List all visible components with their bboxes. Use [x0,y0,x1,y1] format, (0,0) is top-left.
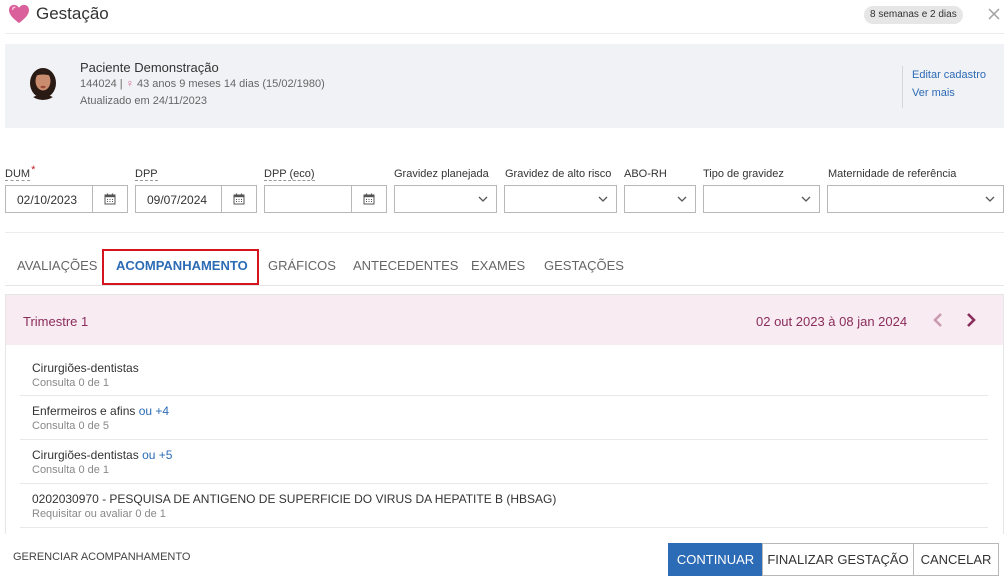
reference-maternity-label: Maternidade de referência [828,168,957,180]
patient-links: Editar cadastro Ver mais [902,66,986,108]
calendar-icon[interactable] [351,186,386,212]
tab-graficos[interactable]: GRÁFICOS [268,258,336,273]
modal-title: Gestação [36,4,109,23]
female-icon: ♀ [125,78,134,90]
patient-updated: Atualizado em 24/11/2023 [80,95,207,107]
patient-info: 144024 | ♀ 43 anos 9 meses 14 dias (15/0… [80,78,325,90]
planned-pregnancy-label: Gravidez planejada [394,168,489,180]
reference-maternity-select[interactable] [827,185,1004,213]
more-options-link[interactable]: ou +4 [139,404,169,418]
edit-profile-link[interactable]: Editar cadastro [912,66,986,84]
trimester-header: Trimestre 1 02 out 2023 à 08 jan 2024 [6,295,1003,345]
item-title: Enfermeiros e afins [32,404,136,418]
tab-gestacoes[interactable]: GESTAÇÕES [544,258,624,273]
list-item[interactable]: Cirurgiões-dentistas Consulta 0 de 1 [20,346,988,396]
calendar-icon[interactable] [92,186,127,212]
item-status: Requisitar ou avaliar 0 de 1 [32,508,166,520]
tab-exames[interactable]: EXAMES [471,258,525,273]
gestational-age-badge: 8 semanas e 2 dias [864,6,963,24]
fields-divider [5,232,1004,233]
tabs-underline [5,285,1004,286]
dum-input[interactable]: 02/10/2023 [5,185,128,213]
active-tab-highlight [102,249,259,285]
abo-rh-label: ABO-RH [624,168,667,180]
high-risk-select[interactable] [504,185,617,213]
item-title: 0202030970 - PESQUISA DE ANTIGENO DE SUP… [32,492,557,506]
item-status: Consulta 0 de 1 [32,464,110,476]
patient-id: 144024 [80,78,117,90]
chevron-right-icon[interactable] [963,311,979,329]
list-item[interactable]: 0202030970 - PESQUISA DE ANTIGENO DE SUP… [20,484,988,528]
list-item[interactable]: Cirurgiões-dentistas ou +5 Consulta 0 de… [20,440,988,484]
patient-name: Paciente Demonstração [80,60,219,75]
chevron-down-icon [801,196,811,202]
finish-pregnancy-button[interactable]: FINALIZAR GESTAÇÃO [762,543,914,576]
modal-header: Gestação 8 semanas e 2 dias [0,0,1004,32]
patient-age: 43 anos 9 meses 14 dias (15/02/1980) [137,78,325,90]
abo-rh-select[interactable] [624,185,696,213]
trimester-title: Trimestre 1 [23,314,89,329]
manage-follow-up-link[interactable]: GERENCIAR ACOMPANHAMENTO [13,551,190,563]
dum-label: DUM* [5,164,36,181]
dpp-eco-input[interactable] [264,185,387,213]
info-separator: | [119,78,123,90]
trimester-panel: Trimestre 1 02 out 2023 à 08 jan 2024 Ci… [5,294,1004,534]
cancel-button[interactable]: CANCELAR [913,543,999,576]
dpp-label: DPP [135,168,158,181]
high-risk-label: Gravidez de alto risco [505,168,612,180]
list-item[interactable]: Enfermeiros e afins ou +4 Consulta 0 de … [20,396,988,440]
trimester-date-range: 02 out 2023 à 08 jan 2024 [756,314,908,329]
chevron-down-icon [677,196,687,202]
item-title: Cirurgiões-dentistas [32,448,139,462]
pregnancy-type-label: Tipo de gravidez [703,168,784,180]
see-more-link[interactable]: Ver mais [912,84,986,102]
chevron-down-icon [478,196,488,202]
chevron-left-icon[interactable] [930,311,946,329]
header-divider [5,33,1004,34]
close-icon[interactable] [986,6,1002,22]
planned-pregnancy-select[interactable] [394,185,497,213]
dpp-input[interactable]: 09/07/2024 [135,185,257,213]
chevron-down-icon [598,196,608,202]
heart-icon [9,4,29,24]
patient-card: Paciente Demonstração 144024 | ♀ 43 anos… [5,44,1004,128]
required-mark: * [31,164,36,176]
dpp-eco-label: DPP (eco) [264,168,315,181]
continue-button[interactable]: CONTINUAR [668,543,763,576]
chevron-down-icon [985,196,995,202]
pregnancy-type-select[interactable] [703,185,820,213]
item-title: Cirurgiões-dentistas [32,361,139,375]
patient-avatar [25,64,61,100]
more-options-link[interactable]: ou +5 [142,448,172,462]
tab-avaliacoes[interactable]: AVALIAÇÕES [17,258,97,273]
item-status: Consulta 0 de 5 [32,420,110,432]
calendar-icon[interactable] [221,186,256,212]
tab-antecedentes[interactable]: ANTECEDENTES [353,258,458,273]
item-status: Consulta 0 de 1 [32,377,110,389]
